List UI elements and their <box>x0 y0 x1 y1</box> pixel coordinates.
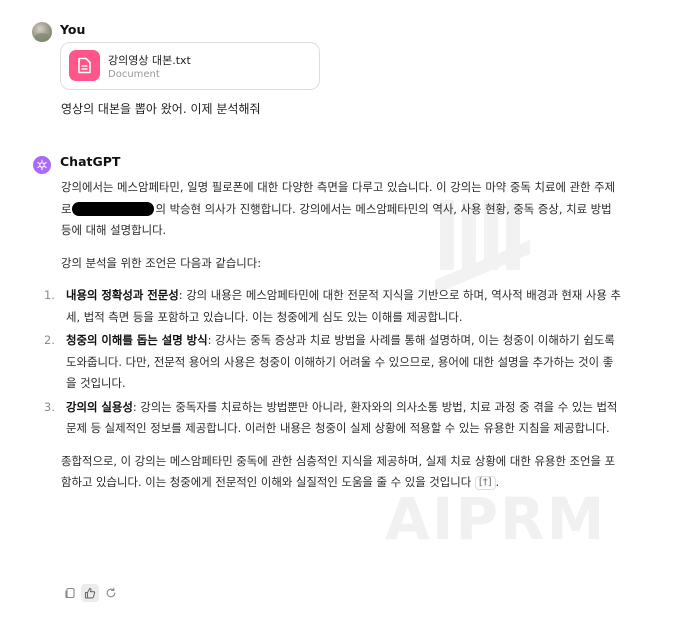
file-type: Document <box>108 69 160 80</box>
list-number: 2. <box>44 333 55 347</box>
user-author-name: You <box>60 22 86 37</box>
list-item-title: 내용의 정확성과 전문성 <box>66 288 179 302</box>
openai-logo-icon <box>37 159 47 171</box>
list-item-title: 청중의 이해를 돕는 설명 방식 <box>66 333 208 347</box>
assistant-message-content: 강의에서는 메스암페타민, 일명 필로폰에 대한 다양한 측면을 다루고 있습니… <box>44 177 621 494</box>
thumbs-up-button[interactable] <box>81 584 99 602</box>
advice-list: 1. 내용의 정확성과 전문성: 강의 내용은 메스암페타민에 대한 전문적 지… <box>44 285 621 440</box>
watermark-text: AIPRM <box>385 485 607 553</box>
user-avatar <box>32 22 52 42</box>
citation-marker[interactable]: [†] <box>474 476 496 490</box>
assistant-author-name: ChatGPT <box>60 154 121 169</box>
intro-paragraph: 강의에서는 메스암페타민, 일명 필로폰에 대한 다양한 측면을 다루고 있습니… <box>61 177 621 242</box>
regenerate-button[interactable] <box>102 584 120 602</box>
document-icon <box>69 50 100 81</box>
copy-icon <box>65 587 75 599</box>
copy-button[interactable] <box>61 584 79 602</box>
file-attachment-card[interactable]: 강의영상 대본.txt Document <box>60 42 320 90</box>
list-item: 2. 청중의 이해를 돕는 설명 방식: 강사는 중독 증상과 치료 방법을 사… <box>44 330 621 395</box>
list-number: 3. <box>44 399 55 414</box>
summary-paragraph: 종합적으로, 이 강의는 메스암페타민 중독에 관한 심층적인 지식을 제공하며… <box>61 453 616 490</box>
list-item-text: : 강의는 중독자를 치료하는 방법뿐만 아니라, 환자와의 의사소통 방법, … <box>66 399 618 436</box>
file-name: 강의영상 대본.txt <box>108 54 191 67</box>
summary-text: 종합적으로, 이 강의는 메스암페타민 중독에 관한 심층적인 지식을 제공하며… <box>61 453 616 490</box>
thumbs-up-icon <box>84 587 96 599</box>
list-item: 1. 내용의 정확성과 전문성: 강의 내용은 메스암페타민에 대한 전문적 지… <box>44 285 621 328</box>
list-number: 1. <box>44 288 55 302</box>
lead-paragraph: 강의 분석을 위한 조언은 다음과 같습니다: <box>61 255 262 270</box>
user-message-text: 영상의 대본을 뽑아 왔어. 이제 분석해줘 <box>61 102 261 116</box>
redaction-block <box>72 201 155 216</box>
chatgpt-avatar <box>33 156 51 174</box>
list-item-title: 강의의 실용성 <box>66 399 133 414</box>
regenerate-icon <box>106 587 116 598</box>
list-item: 3. 강의의 실용성: 강의는 중독자를 치료하는 방법뿐만 아니라, 환자와의… <box>44 397 621 440</box>
